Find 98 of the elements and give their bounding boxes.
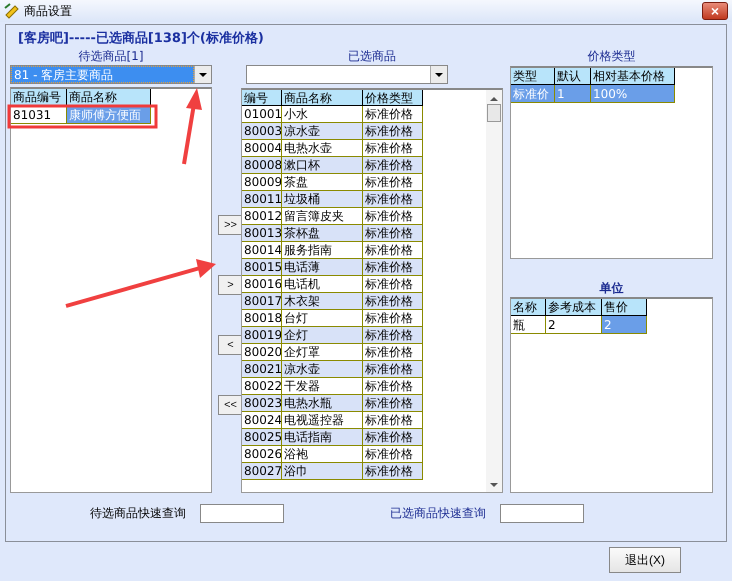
- column-header: 名称: [511, 299, 546, 316]
- table-cell: 标准价格: [363, 276, 423, 293]
- table-cell: 80025: [242, 429, 282, 446]
- close-button[interactable]: ×: [702, 2, 728, 20]
- move-button[interactable]: >>: [218, 215, 243, 235]
- table-cell: 茶盘: [282, 174, 363, 191]
- table-cell: 标准价格: [363, 293, 423, 310]
- table-cell: 电热水壶: [282, 140, 363, 157]
- table-cell: 浴巾: [282, 463, 363, 480]
- table-cell: 漱口杯: [282, 157, 363, 174]
- table-cell: 台灯: [282, 310, 363, 327]
- table-cell: 80015: [242, 259, 282, 276]
- scroll-thumb[interactable]: [487, 104, 501, 122]
- table-cell: 标准价格: [363, 344, 423, 361]
- summary-heading: [客房吧]-----已选商品[138]个(标准价格): [17, 30, 265, 47]
- pencil-icon: [4, 3, 20, 19]
- table-cell: 电视遥控器: [282, 412, 363, 429]
- table-cell: 80023: [242, 395, 282, 412]
- table-cell: 标准价格: [363, 225, 423, 242]
- table-cell: 标准价: [511, 85, 555, 103]
- column-header: 默认: [555, 68, 591, 85]
- table-cell: 企灯: [282, 327, 363, 344]
- search-field[interactable]: [500, 504, 584, 522]
- table-cell: 1: [555, 85, 591, 103]
- table-cell: 80017: [242, 293, 282, 310]
- table-cell: 01001: [242, 106, 282, 123]
- table-cell: 标准价格: [363, 361, 423, 378]
- column-header: 类型: [511, 68, 555, 85]
- column-header: 商品编号: [11, 89, 67, 106]
- table-cell: 80027: [242, 463, 282, 480]
- table-cell: 标准价格: [363, 327, 423, 344]
- search-field[interactable]: [200, 504, 284, 522]
- panel-label: 价格类型: [586, 49, 636, 63]
- column-header: 商品名称: [282, 90, 363, 106]
- table-cell: 电话薄: [282, 259, 363, 276]
- table-cell: 干发器: [282, 378, 363, 395]
- table-cell: 垃圾桶: [282, 191, 363, 208]
- list-label: 待选商品[1]: [78, 49, 144, 63]
- panel-label: 单位: [598, 281, 624, 295]
- table-cell: 电话指南: [282, 429, 363, 446]
- column-header: 商品名称: [67, 89, 151, 106]
- table-cell: 80012: [242, 208, 282, 225]
- table-cell: 80019: [242, 327, 282, 344]
- table-cell: 标准价格: [363, 208, 423, 225]
- table-cell: 标准价格: [363, 140, 423, 157]
- table-cell: 茶杯盘: [282, 225, 363, 242]
- table-cell: 企灯罩: [282, 344, 363, 361]
- column-header: 参考成本: [546, 299, 602, 316]
- table-cell: 80011: [242, 191, 282, 208]
- window-title: 商品设置: [24, 2, 72, 20]
- table-cell: 标准价格: [363, 106, 423, 123]
- column-header: 编号: [242, 90, 282, 106]
- exit-button[interactable]: 退出(X): [609, 547, 681, 573]
- table-cell: 2: [546, 316, 602, 334]
- table-cell: 服务指南: [282, 242, 363, 259]
- search-label: 待选商品快速查询: [90, 504, 186, 522]
- move-button[interactable]: <<: [218, 395, 243, 415]
- table-cell: 木衣架: [282, 293, 363, 310]
- table-cell: 80013: [242, 225, 282, 242]
- table-cell: 80009: [242, 174, 282, 191]
- table-cell: 凉水壶: [282, 123, 363, 140]
- table-cell: 80020: [242, 344, 282, 361]
- scrollbar[interactable]: [486, 90, 502, 492]
- table-cell: 标准价格: [363, 429, 423, 446]
- table-cell: 2: [602, 316, 647, 334]
- table-cell: 电话机: [282, 276, 363, 293]
- table-cell: 瓶: [511, 316, 546, 334]
- column-header: 售价: [602, 299, 647, 316]
- table-cell: 浴袍: [282, 446, 363, 463]
- move-button[interactable]: <: [218, 335, 243, 355]
- table-cell: 标准价格: [363, 242, 423, 259]
- table-cell: 标准价格: [363, 157, 423, 174]
- search-label: 已选商品快速查询: [390, 504, 486, 522]
- move-button[interactable]: >: [218, 275, 243, 295]
- table-cell: 标准价格: [363, 123, 423, 140]
- table-cell: 80022: [242, 378, 282, 395]
- list-label: 已选商品: [347, 49, 397, 63]
- table-cell: 80021: [242, 361, 282, 378]
- table-cell: 100%: [591, 85, 675, 103]
- table-cell: 80008: [242, 157, 282, 174]
- table-cell: 标准价格: [363, 463, 423, 480]
- table-cell: 小水: [282, 106, 363, 123]
- column-header: 价格类型: [363, 90, 423, 106]
- column-header: 相对基本价格: [591, 68, 675, 85]
- dropdown-value: 81 - 客房主要商品: [11, 66, 194, 83]
- table-cell: 标准价格: [363, 191, 423, 208]
- table-cell: 凉水壶: [282, 361, 363, 378]
- table-cell: 电热水瓶: [282, 395, 363, 412]
- table-cell: 标准价格: [363, 412, 423, 429]
- table-cell: 标准价格: [363, 310, 423, 327]
- table-cell: 留言簿皮夹: [282, 208, 363, 225]
- table-cell: 标准价格: [363, 174, 423, 191]
- table-cell: 80018: [242, 310, 282, 327]
- table-cell: 标准价格: [363, 446, 423, 463]
- table-cell: 标准价格: [363, 259, 423, 276]
- table-cell: 80003: [242, 123, 282, 140]
- table-cell: 标准价格: [363, 378, 423, 395]
- table-cell: 标准价格: [363, 395, 423, 412]
